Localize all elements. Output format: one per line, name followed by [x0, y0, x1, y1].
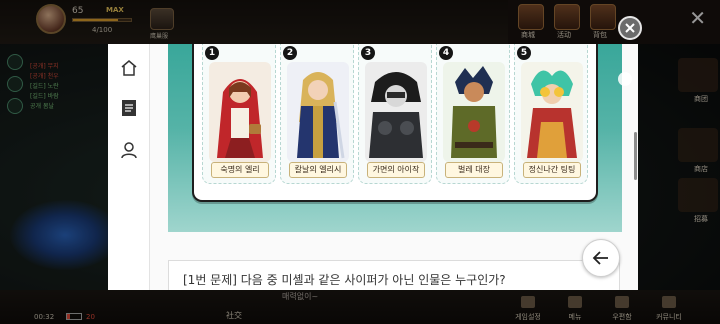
arrow-left-icon	[592, 251, 608, 265]
card-label: 정신나간 팅팅	[523, 162, 581, 178]
character-portrait	[209, 62, 271, 162]
character-portrait	[521, 62, 583, 162]
card-number: 4	[439, 46, 453, 60]
card-number: 2	[283, 46, 297, 60]
webview-content: 1 숙명의 엘리 2 칼날의 엘리시 3 가면의 아이작 4 벌레 대장 5 정…	[150, 44, 638, 290]
card-number: 5	[517, 46, 531, 60]
user-icon	[121, 142, 137, 159]
character-card[interactable]: 2 칼날의 엘리시	[280, 44, 354, 184]
game-screen: 65 MAX 4/100 鹰巢服 商城 活动 背包 ✕ [공개] 무지 [공개]…	[0, 0, 720, 324]
character-card[interactable]: 4 벌레 대장	[436, 44, 510, 184]
list-icon	[122, 100, 136, 116]
close-modal-button[interactable]	[618, 16, 642, 40]
quiz-banner: 1 숙명의 엘리 2 칼날의 엘리시 3 가면의 아이작 4 벌레 대장 5 정…	[168, 44, 622, 232]
home-button[interactable]	[117, 56, 141, 80]
webview-modal: 1 숙명의 엘리 2 칼날의 엘리시 3 가면의 아이작 4 벌레 대장 5 정…	[108, 44, 638, 290]
card-label: 벌레 대장	[445, 162, 503, 178]
card-number: 3	[361, 46, 375, 60]
character-card[interactable]: 5 정신나간 팅팅	[514, 44, 588, 184]
scrollbar-thumb[interactable]	[634, 132, 637, 180]
character-portrait	[365, 62, 427, 162]
profile-button[interactable]	[117, 138, 141, 162]
quiz-question: [1번 문제] 다음 중 미셸과 같은 사이퍼가 아닌 인물은 누구인가?	[168, 260, 620, 290]
character-portrait	[443, 62, 505, 162]
character-card[interactable]: 1 숙명의 엘리	[202, 44, 276, 184]
webview-sidenav	[108, 44, 150, 290]
character-portrait	[287, 62, 349, 162]
home-icon	[121, 60, 137, 76]
character-card[interactable]: 3 가면의 아이작	[358, 44, 432, 184]
back-button[interactable]	[582, 239, 620, 277]
character-card-strip: 1 숙명의 엘리 2 칼날의 엘리시 3 가면의 아이작 4 벌레 대장 5 정…	[192, 44, 598, 202]
card-label: 가면의 아이작	[367, 162, 425, 178]
card-label: 칼날의 엘리시	[289, 162, 347, 178]
card-label: 숙명의 엘리	[211, 162, 269, 178]
card-number: 1	[205, 46, 219, 60]
close-icon	[625, 23, 635, 33]
list-button[interactable]	[117, 96, 141, 120]
floating-assist-button[interactable]	[618, 72, 632, 86]
